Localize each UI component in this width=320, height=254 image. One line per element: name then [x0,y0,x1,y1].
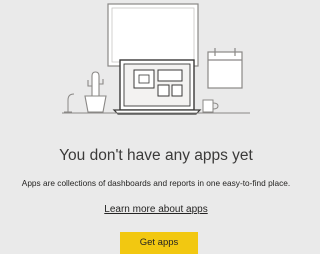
apps-empty-state: You don't have any apps yet Apps are col… [0,0,312,254]
empty-state-description: Apps are collections of dashboards and r… [21,178,291,188]
desk-lamp-icon [64,93,75,113]
empty-state-title: You don't have any apps yet [59,147,253,164]
picture-frame-icon [107,3,199,67]
cactus-plant-icon [84,71,107,113]
get-apps-button[interactable]: Get apps [120,232,198,254]
learn-more-link[interactable]: Learn more about apps [0,204,312,215]
laptop-dashboard-icon [112,59,202,115]
coffee-mug-icon [202,99,219,113]
workspace-illustration [62,3,250,115]
calendar-icon [207,48,243,89]
